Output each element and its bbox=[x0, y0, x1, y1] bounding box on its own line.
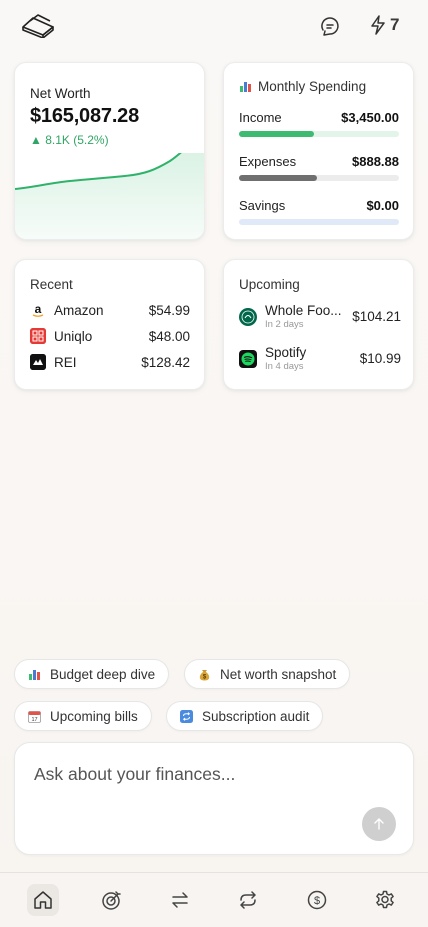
svg-text:$: $ bbox=[314, 895, 320, 907]
expenses-row: Expenses $888.88 bbox=[239, 154, 399, 169]
bill-name: Spotify bbox=[265, 345, 307, 360]
nav-settings-button[interactable] bbox=[369, 884, 401, 916]
repeat-icon bbox=[180, 709, 193, 723]
lightning-bolt-icon bbox=[371, 15, 385, 35]
settings-icon bbox=[376, 890, 394, 909]
savings-amount: $0.00 bbox=[366, 198, 399, 213]
income-label: Income bbox=[239, 110, 282, 125]
nav-transfers-button[interactable] bbox=[164, 884, 196, 916]
bill-name: Whole Foo... bbox=[265, 303, 342, 318]
merchant-name: REI bbox=[54, 354, 77, 370]
savings-label: Savings bbox=[239, 198, 286, 213]
nav-recurring-button[interactable] bbox=[232, 884, 264, 916]
net-worth-card[interactable]: Net Worth $165,087.28 ▲ 8.1K (5.2%) bbox=[14, 62, 205, 240]
svg-text:17: 17 bbox=[31, 717, 37, 723]
rei-logo-icon bbox=[30, 354, 46, 370]
list-item[interactable]: REI $128.42 bbox=[30, 354, 190, 370]
transaction-amount: $128.42 bbox=[141, 354, 190, 370]
chip-label: Budget deep dive bbox=[50, 666, 156, 682]
list-item[interactable]: Whole Foo... In 2 days $104.21 bbox=[239, 303, 401, 330]
credits-count: 7 bbox=[390, 15, 400, 34]
merchant-name: Uniqlo bbox=[54, 328, 93, 344]
calendar-icon: 17 bbox=[28, 710, 41, 723]
chip-label: Upcoming bills bbox=[50, 708, 138, 724]
list-item[interactable]: a Amazon $54.99 bbox=[30, 302, 190, 318]
net-worth-change: ▲ 8.1K (5.2%) bbox=[30, 133, 109, 147]
chip-subscription-audit[interactable]: Subscription audit bbox=[166, 701, 324, 731]
stacked-bars-logo-icon[interactable] bbox=[20, 12, 56, 39]
bill-amount: $104.21 bbox=[352, 309, 401, 324]
transaction-amount: $54.99 bbox=[148, 302, 190, 318]
savings-bar bbox=[239, 219, 399, 225]
goal-icon bbox=[102, 891, 121, 910]
chip-label: Subscription audit bbox=[202, 708, 310, 724]
income-bar-fill bbox=[239, 131, 315, 137]
nav-goals-button[interactable] bbox=[96, 884, 128, 916]
nav-money-button[interactable]: $ bbox=[301, 884, 333, 916]
recent-title: Recent bbox=[30, 277, 73, 292]
expenses-bar bbox=[239, 175, 399, 181]
uniqlo-logo-icon bbox=[30, 328, 46, 344]
whole-foods-logo-icon bbox=[239, 307, 257, 326]
monthly-spending-card[interactable]: Monthly Spending Income $3,450.00 Expens… bbox=[223, 62, 414, 240]
transfer-icon bbox=[172, 892, 188, 908]
dollar-icon: $ bbox=[307, 890, 327, 910]
credits-counter[interactable]: 7 bbox=[370, 12, 399, 38]
net-worth-label: Net Worth bbox=[30, 86, 91, 101]
recent-card[interactable]: Recent a Amazon $54.99 Uniqlo $48.00 REI… bbox=[14, 259, 205, 390]
send-button[interactable] bbox=[362, 807, 396, 841]
income-row: Income $3,450.00 bbox=[239, 110, 399, 125]
expenses-amount: $888.88 bbox=[352, 154, 399, 169]
expenses-label: Expenses bbox=[239, 154, 297, 169]
bill-due: In 4 days bbox=[265, 361, 304, 372]
bottom-nav: $ bbox=[0, 872, 428, 927]
income-amount: $3,450.00 bbox=[341, 110, 399, 125]
list-item[interactable]: Uniqlo $48.00 bbox=[30, 328, 190, 344]
merchant-name: Amazon bbox=[54, 302, 104, 318]
upcoming-card[interactable]: Upcoming Whole Foo... In 2 days $104.21 … bbox=[223, 259, 414, 390]
bill-amount: $10.99 bbox=[359, 351, 401, 366]
ask-composer[interactable] bbox=[14, 742, 414, 855]
arrow-up-icon bbox=[374, 818, 384, 830]
bar-chart-icon bbox=[240, 82, 251, 92]
monthly-spending-header: Monthly Spending bbox=[239, 79, 366, 94]
upcoming-title: Upcoming bbox=[239, 277, 300, 292]
recurring-icon bbox=[240, 891, 256, 909]
ask-input[interactable] bbox=[32, 761, 356, 787]
net-worth-sparkline bbox=[15, 153, 204, 239]
chip-net-worth-snapshot[interactable]: $ Net worth snapshot bbox=[184, 659, 351, 689]
chip-upcoming-bills[interactable]: 17 Upcoming bills bbox=[14, 701, 152, 731]
bar-chart-icon bbox=[29, 669, 40, 680]
svg-text:a: a bbox=[35, 302, 42, 316]
bill-due: In 2 days bbox=[265, 319, 304, 330]
chip-budget-deep-dive[interactable]: Budget deep dive bbox=[14, 659, 170, 689]
chat-bubbles-icon[interactable] bbox=[318, 14, 342, 38]
spotify-logo-icon bbox=[239, 349, 257, 368]
savings-row: Savings $0.00 bbox=[239, 198, 399, 213]
expenses-bar-fill bbox=[239, 175, 318, 181]
amazon-logo-icon: a bbox=[30, 302, 46, 318]
monthly-spending-title: Monthly Spending bbox=[258, 79, 367, 94]
income-bar bbox=[239, 131, 399, 137]
top-bar: 7 bbox=[0, 0, 428, 52]
chip-label: Net worth snapshot bbox=[220, 666, 337, 682]
money-bag-icon: $ bbox=[199, 670, 210, 681]
net-worth-value: $165,087.28 bbox=[30, 105, 140, 127]
home-icon bbox=[34, 891, 52, 909]
transaction-amount: $48.00 bbox=[148, 328, 190, 344]
list-item[interactable]: Spotify In 4 days $10.99 bbox=[239, 345, 401, 372]
nav-home-button[interactable] bbox=[27, 884, 59, 916]
